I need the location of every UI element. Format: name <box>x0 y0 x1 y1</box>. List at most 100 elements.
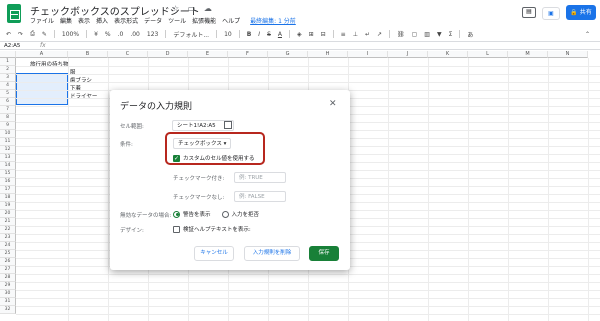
functions-icon[interactable]: Σ <box>449 31 453 38</box>
folder-icon[interactable]: ▭ <box>188 4 196 13</box>
column-header[interactable]: I <box>348 51 388 58</box>
cancel-button[interactable]: キャンセル <box>194 246 234 261</box>
chart-icon[interactable]: ▥ <box>424 31 430 38</box>
row-header[interactable]: 26 <box>0 258 16 266</box>
unchecked-value-input[interactable]: 例: FALSE <box>234 191 286 202</box>
horizontal-align-icon[interactable]: ≡ <box>341 31 346 38</box>
column-header[interactable]: E <box>188 51 228 58</box>
row-header[interactable]: 27 <box>0 266 16 274</box>
menu-help[interactable]: ヘルプ <box>222 16 240 25</box>
strikethrough-icon[interactable]: S <box>267 31 271 38</box>
reject-input-label[interactable]: 入力を拒否 <box>232 210 260 218</box>
column-header[interactable]: B <box>68 51 108 58</box>
row-header[interactable]: 10 <box>0 130 16 138</box>
row-header[interactable]: 2 <box>0 66 16 74</box>
row-header[interactable]: 16 <box>0 178 16 186</box>
star-icon[interactable]: ☆ <box>172 4 179 13</box>
menu-file[interactable]: ファイル <box>30 16 54 25</box>
borders-icon[interactable]: ⊞ <box>309 31 314 38</box>
row-header[interactable]: 6 <box>0 98 16 106</box>
text-color-icon[interactable]: A <box>278 31 282 38</box>
menu-data[interactable]: データ <box>144 16 162 25</box>
font-select[interactable]: デフォルト... <box>173 30 209 39</box>
cloud-icon[interactable]: ☁ <box>204 4 212 13</box>
column-header[interactable]: H <box>308 51 348 58</box>
row-header[interactable]: 28 <box>0 274 16 282</box>
menu-tools[interactable]: ツール <box>168 16 186 25</box>
text-wrap-icon[interactable]: ↵ <box>365 31 370 38</box>
row-header[interactable]: 14 <box>0 162 16 170</box>
comment-history-icon[interactable]: ▤ <box>522 7 536 18</box>
show-warning-radio[interactable] <box>173 210 180 218</box>
currency-format[interactable]: ¥ <box>94 31 98 38</box>
increase-decimal[interactable]: .00 <box>130 31 140 38</box>
font-size-select[interactable]: 10 <box>224 31 232 38</box>
menu-format[interactable]: 表示形式 <box>114 16 138 25</box>
row-header[interactable]: 29 <box>0 282 16 290</box>
custom-values-row[interactable]: ✓ カスタムのセル値を使用する <box>173 154 255 162</box>
row-header[interactable]: 12 <box>0 146 16 154</box>
row-header[interactable]: 9 <box>0 122 16 130</box>
reject-input-radio[interactable] <box>221 210 229 218</box>
row-header[interactable]: 8 <box>0 114 16 122</box>
merge-cells-icon[interactable]: ⊟ <box>321 31 326 38</box>
paint-format-icon[interactable]: ✎ <box>42 31 47 38</box>
bold-icon[interactable]: B <box>247 31 252 38</box>
help-text-checkbox[interactable] <box>173 225 180 233</box>
row-header[interactable]: 25 <box>0 250 16 258</box>
column-header[interactable]: G <box>268 51 308 58</box>
row-header[interactable]: 1 <box>0 58 16 66</box>
criteria-select[interactable]: チェックボックス ▾ <box>173 138 232 149</box>
show-warning-label[interactable]: 警告を表示 <box>183 210 211 218</box>
row-header[interactable]: 15 <box>0 170 16 178</box>
row-header[interactable]: 18 <box>0 194 16 202</box>
column-header[interactable]: F <box>228 51 268 58</box>
row-header[interactable]: 4 <box>0 82 16 90</box>
row-header[interactable]: 21 <box>0 218 16 226</box>
help-text-row[interactable]: 検証ヘルプテキストを表示: <box>173 225 251 233</box>
column-header[interactable]: J <box>388 51 428 58</box>
menu-extensions[interactable]: 拡張機能 <box>192 16 216 25</box>
column-header[interactable]: M <box>508 51 548 58</box>
decrease-decimal[interactable]: .0 <box>118 31 124 38</box>
comment-icon[interactable]: ▢ <box>412 31 418 38</box>
select-range-icon[interactable] <box>224 121 232 129</box>
close-icon[interactable]: ✕ <box>329 99 337 109</box>
menu-view[interactable]: 表示 <box>78 16 90 25</box>
percent-format[interactable]: % <box>105 31 111 38</box>
number-format-select[interactable]: 123 <box>147 31 158 38</box>
checked-value-input[interactable]: 例: TRUE <box>234 172 286 183</box>
row-header[interactable]: 7 <box>0 106 16 114</box>
row-header[interactable]: 22 <box>0 226 16 234</box>
filter-icon[interactable]: ▼ <box>437 31 442 38</box>
column-header[interactable]: D <box>148 51 188 58</box>
row-header[interactable]: 13 <box>0 154 16 162</box>
menu-edit[interactable]: 編集 <box>60 16 72 25</box>
share-button[interactable]: 🔒 共有 <box>566 5 596 20</box>
column-header[interactable]: L <box>468 51 508 58</box>
row-header[interactable]: 3 <box>0 74 16 82</box>
italic-icon[interactable]: I <box>258 31 260 38</box>
undo-icon[interactable]: ↶ <box>6 31 11 38</box>
custom-values-checkbox[interactable]: ✓ <box>173 154 180 162</box>
select-all-corner[interactable] <box>0 51 16 58</box>
column-header[interactable]: C <box>108 51 148 58</box>
row-header[interactable]: 30 <box>0 290 16 298</box>
input-tools-icon[interactable]: あ <box>467 30 473 39</box>
row-header[interactable]: 11 <box>0 138 16 146</box>
fill-color-icon[interactable]: ◈ <box>297 31 302 38</box>
redo-icon[interactable]: ↷ <box>18 31 23 38</box>
name-box[interactable]: A2:A5 <box>4 43 20 49</box>
row-header[interactable]: 19 <box>0 202 16 210</box>
collapse-toolbar-icon[interactable]: ⌃ <box>585 31 590 38</box>
text-rotate-icon[interactable]: ↗ <box>377 31 382 38</box>
row-header[interactable]: 5 <box>0 90 16 98</box>
column-header[interactable]: N <box>548 51 588 58</box>
row-header[interactable]: 31 <box>0 298 16 306</box>
column-header[interactable]: A <box>16 51 68 58</box>
row-header[interactable]: 23 <box>0 234 16 242</box>
print-icon[interactable]: ⎙ <box>30 30 35 38</box>
save-button[interactable]: 保存 <box>309 246 339 261</box>
present-button-icon[interactable]: ▣ <box>542 7 560 20</box>
last-edit-link[interactable]: 最終編集: 1 分前 <box>250 16 296 25</box>
